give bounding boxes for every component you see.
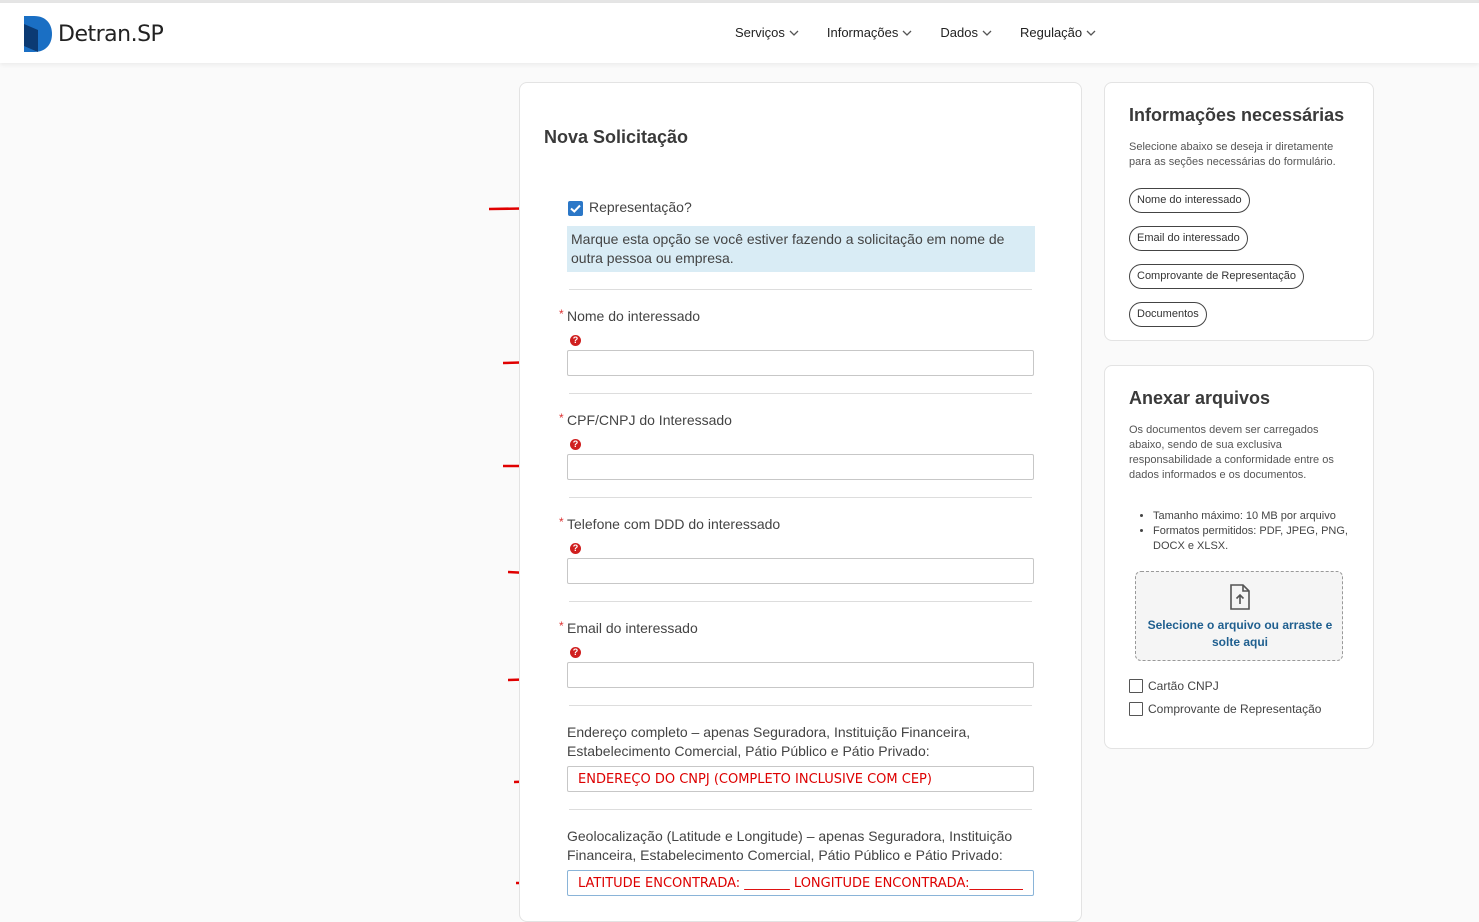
link-documentos[interactable]: Documentos [1129,302,1207,327]
endereco-input[interactable] [567,766,1034,792]
list-item: Formatos permitidos: PDF, JPEG, PNG, DOC… [1153,524,1349,554]
help-icon[interactable]: ? [570,647,581,658]
nav-label: Regulação [1019,25,1083,40]
link-nome[interactable]: Nome do interessado [1129,188,1250,213]
divider [569,289,1032,290]
endereco-label: Endereço completo – apenas Seguradora, I… [567,724,971,759]
geo-input[interactable] [567,870,1034,896]
main-nav: Serviços Informações Dados Regulação [735,25,1096,40]
detran-logo-icon [24,16,52,52]
email-label: Email do interessado [567,620,698,636]
representacao-help: Marque esta opção se você estiver fazend… [567,226,1035,272]
help-icon[interactable]: ? [570,439,581,450]
nav-servicos[interactable]: Serviços [735,25,799,40]
attach-text: Os documentos devem ser carregados abaix… [1129,424,1334,481]
divider [569,497,1032,498]
list-item: Tamanho máximo: 10 MB por arquivo [1153,509,1349,524]
info-panel: Informações necessárias Selecione abaixo… [1104,82,1374,341]
attach-title: Anexar arquivos [1129,388,1271,408]
help-icon[interactable]: ? [570,335,581,346]
cpf-label: CPF/CNPJ do Interessado [567,412,732,428]
chevron-down-icon [982,30,992,36]
detran-logo[interactable]: Detran.SP [24,16,174,52]
geo-label: Geolocalização (Latitude e Longitude) – … [567,828,1013,863]
divider [569,601,1032,602]
required-mark: * [559,619,564,633]
nav-informacoes[interactable]: Informações [827,25,913,40]
info-title: Informações necessárias [1129,105,1345,125]
site-header: Detran.SP Serviços Informações Dados Reg… [0,3,1479,63]
comprovante-label[interactable]: Comprovante de Representação [1148,702,1321,716]
email-input[interactable] [567,662,1034,688]
required-mark: * [559,307,564,321]
required-mark: * [559,411,564,425]
form-card: Nova Solicitação Representação? Marque e… [519,82,1082,922]
nav-regulacao[interactable]: Regulação [1020,25,1096,40]
cpf-input[interactable] [567,454,1034,480]
comprovante-checkbox[interactable] [1129,702,1143,716]
required-mark: * [559,515,564,529]
nav-label: Dados [940,25,978,40]
telefone-label: Telefone com DDD do interessado [567,516,781,532]
telefone-input[interactable] [567,558,1034,584]
check-icon [570,204,581,213]
representacao-checkbox[interactable] [568,201,583,216]
chevron-down-icon [789,30,799,36]
chevron-down-icon [902,30,912,36]
attach-panel: Anexar arquivos Os documentos devem ser … [1104,365,1374,749]
nome-label: Nome do interessado [567,308,701,324]
logo-text: Detran.SP [58,22,164,47]
page-title: Nova Solicitação [544,127,689,147]
chevron-down-icon [1086,30,1096,36]
nav-label: Informações [826,25,899,40]
divider [569,393,1032,394]
link-email[interactable]: Email do interessado [1129,226,1248,251]
divider [569,705,1032,706]
dropzone-label: Selecione o arquivo ou arraste e solte a… [1147,618,1333,649]
cartao-cnpj-checkbox[interactable] [1129,679,1143,693]
attach-rules: Tamanho máximo: 10 MB por arquivo Format… [1139,509,1349,554]
representacao-label[interactable]: Representação? [589,199,692,215]
nav-dados[interactable]: Dados [940,25,992,40]
link-comprovante[interactable]: Comprovante de Representação [1129,264,1304,289]
nav-label: Serviços [735,25,785,40]
nome-input[interactable] [567,350,1034,376]
file-upload-icon [1230,584,1250,610]
cartao-cnpj-label[interactable]: Cartão CNPJ [1148,679,1219,693]
divider [569,809,1032,810]
file-dropzone[interactable]: Selecione o arquivo ou arraste e solte a… [1135,571,1343,661]
info-text: Selecione abaixo se deseja ir diretament… [1129,141,1336,168]
help-icon[interactable]: ? [570,543,581,554]
